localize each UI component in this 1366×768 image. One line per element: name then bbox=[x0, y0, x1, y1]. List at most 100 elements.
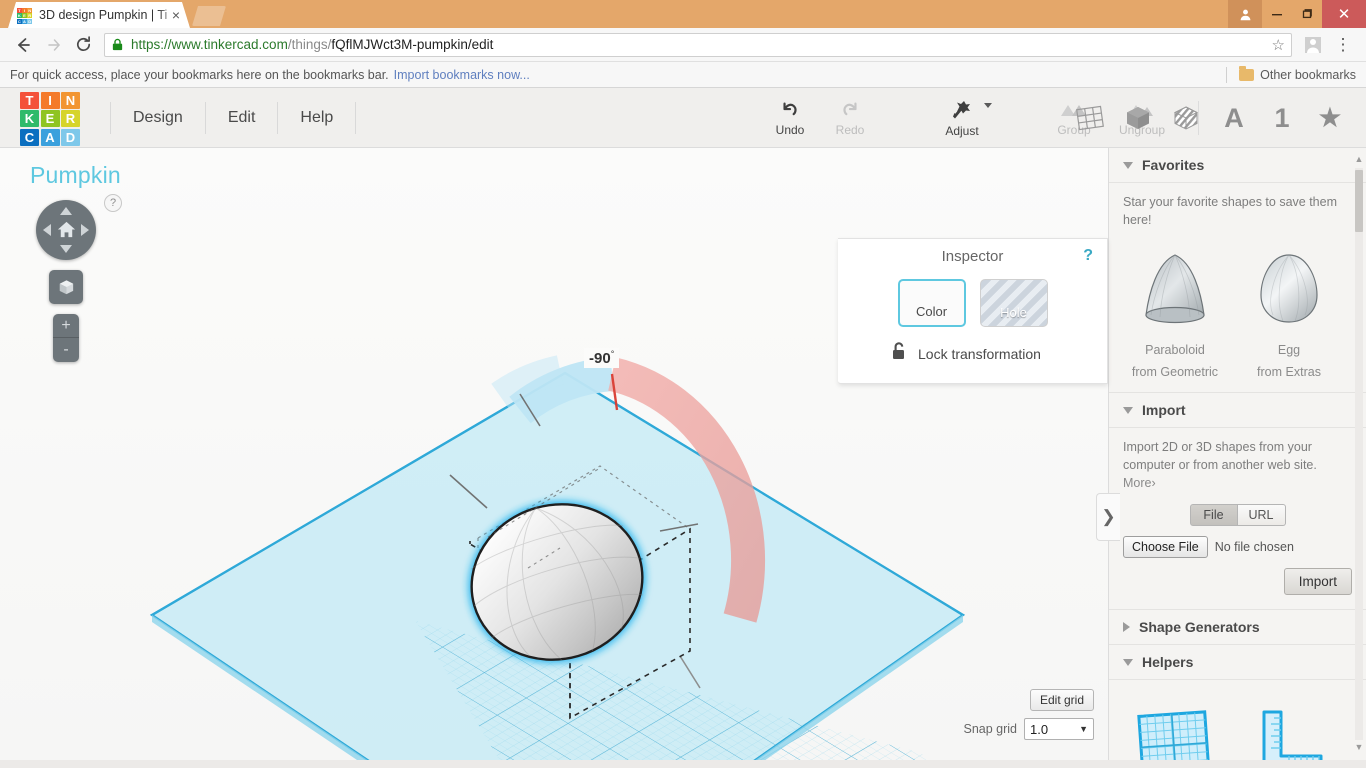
address-bar[interactable]: https://www.tinkercad.com/things/fQflMJW… bbox=[104, 33, 1292, 57]
url-text: https://www.tinkercad.com/things/fQflMJW… bbox=[131, 37, 493, 52]
adjust-button[interactable]: Adjust bbox=[928, 89, 996, 147]
section-header-favorites[interactable]: Favorites bbox=[1109, 148, 1366, 183]
import-more-link[interactable]: More› bbox=[1123, 476, 1156, 490]
favorites-star-icon[interactable]: ★ bbox=[1314, 101, 1346, 135]
workplane-grid-icon[interactable] bbox=[1074, 101, 1106, 135]
tinkercad-logo[interactable]: T I N K E R C A D bbox=[20, 92, 82, 146]
logo-tile-e: E bbox=[41, 110, 60, 127]
hole-cube-icon[interactable] bbox=[1170, 101, 1202, 135]
bookmark-star-icon[interactable]: ☆ bbox=[1272, 36, 1285, 54]
adjust-label: Adjust bbox=[945, 124, 978, 138]
section-header-helpers[interactable]: Helpers bbox=[1109, 645, 1366, 680]
logo-tile-d: D bbox=[61, 129, 80, 146]
shape-card-source: from Geometric bbox=[1123, 364, 1227, 380]
minimize-button[interactable] bbox=[1262, 0, 1292, 28]
helpers-shape-grid: W Workplane mm bbox=[1123, 704, 1352, 768]
panel-collapse-button[interactable]: ❯ bbox=[1096, 493, 1120, 541]
close-window-button[interactable]: ✕ bbox=[1322, 0, 1366, 28]
reload-icon[interactable] bbox=[68, 30, 98, 60]
logo-tile-t: T bbox=[20, 92, 39, 109]
orbit-left-icon[interactable] bbox=[43, 224, 51, 236]
new-tab-button[interactable] bbox=[192, 6, 226, 26]
shape-card-paraboloid[interactable]: Paraboloid from Geometric bbox=[1123, 245, 1227, 380]
fit-view-button[interactable] bbox=[49, 270, 83, 304]
home-view-icon[interactable] bbox=[56, 219, 77, 245]
orbit-down-icon[interactable] bbox=[60, 245, 72, 253]
tab-close-icon[interactable]: × bbox=[168, 7, 184, 23]
import-tab-url[interactable]: URL bbox=[1238, 504, 1286, 526]
inspector-title: Inspector bbox=[838, 248, 1107, 265]
shape-card-name: Egg bbox=[1237, 342, 1341, 358]
shape-card-name: Paraboloid bbox=[1123, 342, 1227, 358]
cube-icon bbox=[57, 278, 76, 297]
zoom-in-button[interactable]: + bbox=[53, 314, 79, 338]
shape-card-egg[interactable]: Egg from Extras bbox=[1237, 245, 1341, 380]
logo-tile-k: K bbox=[20, 110, 39, 127]
other-bookmarks[interactable]: Other bookmarks bbox=[1226, 67, 1356, 83]
scroll-down-icon[interactable]: ▼ bbox=[1354, 742, 1364, 754]
maximize-button[interactable] bbox=[1292, 0, 1322, 28]
inspector-help-icon[interactable]: ? bbox=[1083, 247, 1093, 265]
import-description: Import 2D or 3D shapes from your compute… bbox=[1123, 438, 1352, 474]
back-icon[interactable] bbox=[8, 30, 38, 60]
helpers-title: Helpers bbox=[1142, 654, 1193, 670]
scrollbar-track[interactable] bbox=[1355, 168, 1363, 740]
logo-tile-i: I bbox=[41, 92, 60, 109]
tinkercad-header: T I N K E R C A D Design Edit Help bbox=[0, 88, 1366, 148]
browser-navbar: https://www.tinkercad.com/things/fQflMJW… bbox=[0, 28, 1366, 62]
menu-help[interactable]: Help bbox=[278, 102, 356, 134]
zoom-controls: + - bbox=[53, 314, 79, 362]
text-shape-icon[interactable]: A bbox=[1218, 101, 1250, 135]
undo-button[interactable]: Undo bbox=[760, 89, 820, 147]
inspector-hole-button[interactable]: Hole bbox=[980, 279, 1048, 327]
orbit-up-icon[interactable] bbox=[60, 207, 72, 215]
import-bookmarks-link[interactable]: Import bookmarks now... bbox=[394, 68, 530, 82]
file-picker-row: Choose File No file chosen bbox=[1123, 536, 1352, 558]
number-shape-icon[interactable]: 1 bbox=[1266, 101, 1298, 135]
helper-card-ruler[interactable]: mm Ruler bbox=[1237, 704, 1341, 768]
zoom-out-button[interactable]: - bbox=[53, 338, 79, 362]
choose-file-button[interactable]: Choose File bbox=[1123, 536, 1208, 558]
chevron-down-icon: ▼ bbox=[1079, 724, 1088, 734]
undo-icon bbox=[779, 100, 801, 120]
other-bookmarks-label: Other bookmarks bbox=[1260, 68, 1356, 82]
menu-edit[interactable]: Edit bbox=[206, 102, 279, 134]
navigation-help-icon[interactable]: ? bbox=[104, 194, 122, 212]
scroll-up-icon[interactable]: ▲ bbox=[1354, 154, 1364, 166]
paraboloid-shape-icon bbox=[1127, 245, 1223, 331]
design-title[interactable]: Pumpkin bbox=[30, 162, 121, 189]
bookmarks-bar: For quick access, place your bookmarks h… bbox=[0, 62, 1366, 88]
folder-icon bbox=[1239, 69, 1254, 81]
import-tab-file[interactable]: File bbox=[1190, 504, 1238, 526]
adjust-caret-icon[interactable] bbox=[984, 103, 992, 108]
snap-grid-select[interactable]: 1.0 ▼ bbox=[1024, 718, 1094, 740]
browser-tab[interactable]: TIN KER CAD 3D design Pumpkin | Tin × bbox=[8, 2, 190, 28]
more-caret-icon: › bbox=[1151, 476, 1155, 490]
scrollbar-thumb[interactable] bbox=[1355, 170, 1363, 232]
bookmarks-divider bbox=[1226, 67, 1227, 83]
window-controls: ✕ bbox=[1228, 0, 1366, 28]
inspector-panel: Inspector ? Color Hole Lock transformati… bbox=[838, 238, 1108, 384]
helpers-body: W Workplane mm bbox=[1109, 680, 1366, 768]
chrome-menu-icon[interactable]: ⋮ bbox=[1328, 30, 1358, 60]
orbit-pad[interactable]: ? bbox=[36, 200, 96, 260]
inspector-color-button[interactable]: Color bbox=[898, 279, 966, 327]
redo-label: Redo bbox=[836, 123, 865, 137]
favorites-title: Favorites bbox=[1142, 157, 1204, 173]
helper-card-workplane[interactable]: W Workplane bbox=[1123, 704, 1227, 768]
section-header-shape-generators[interactable]: Shape Generators bbox=[1109, 609, 1366, 645]
triangle-right-icon bbox=[1123, 622, 1130, 632]
tinkercad-favicon: TIN KER CAD bbox=[17, 8, 32, 23]
favorites-shape-grid: Paraboloid from Geometric bbox=[1123, 245, 1352, 380]
solid-cube-icon[interactable] bbox=[1122, 101, 1154, 135]
profile-icon[interactable] bbox=[1228, 0, 1262, 28]
import-button[interactable]: Import bbox=[1284, 568, 1352, 595]
lock-transformation-row[interactable]: Lock transformation bbox=[890, 341, 1107, 366]
panel-scrollbar[interactable]: ▲ ▼ bbox=[1354, 154, 1364, 754]
orbit-right-icon[interactable] bbox=[81, 224, 89, 236]
menu-design[interactable]: Design bbox=[110, 102, 206, 134]
edit-grid-button[interactable]: Edit grid bbox=[1030, 689, 1094, 711]
google-account-icon[interactable] bbox=[1298, 30, 1328, 60]
section-header-import[interactable]: Import bbox=[1109, 392, 1366, 428]
unlocked-padlock-icon[interactable] bbox=[890, 341, 908, 366]
